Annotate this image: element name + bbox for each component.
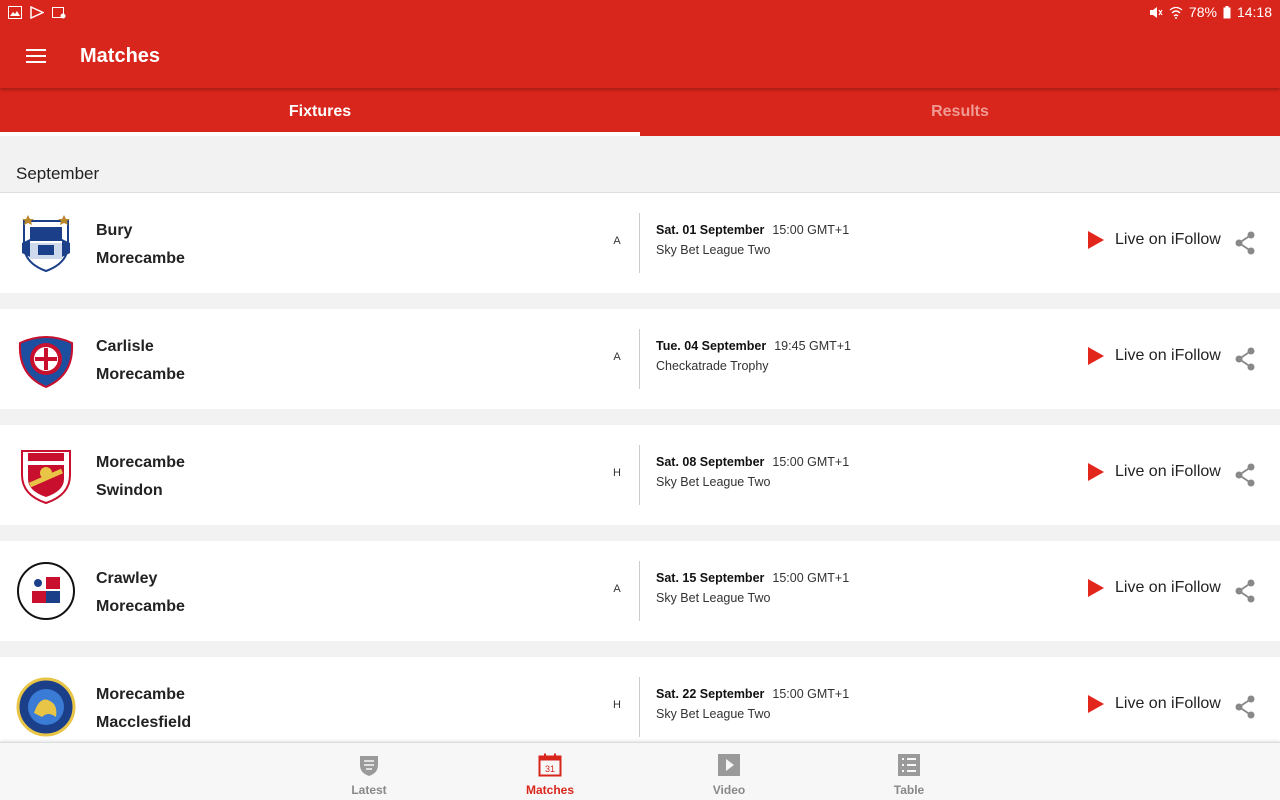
kickoff-time: 15:00 GMT+1 [772, 455, 850, 469]
swindon-crest-icon [21, 450, 71, 505]
venue-indicator: A [613, 583, 621, 595]
fixture-row[interactable]: Bury Morecambe A Sat. 01 September 15:00 … [0, 193, 1280, 293]
share-icon[interactable] [1234, 695, 1256, 719]
nav-latest[interactable]: Latest [324, 743, 414, 800]
play-icon [1088, 463, 1104, 481]
venue-indicator: A [613, 351, 621, 363]
live-on-ifollow-button[interactable]: Live on iFollow [1088, 463, 1221, 481]
nav-label: Video [712, 783, 746, 797]
menu-button[interactable] [0, 24, 72, 88]
competition-name: Sky Bet League Two [656, 591, 771, 605]
app-bar: Matches [0, 24, 1280, 88]
venue-indicator: H [613, 699, 621, 711]
live-on-ifollow-button[interactable]: Live on iFollow [1088, 579, 1221, 597]
match-date: Sat. 15 September [656, 571, 765, 585]
competition-name: Checkatrade Trophy [656, 359, 769, 373]
competition-name: Sky Bet League Two [656, 707, 771, 721]
live-on-ifollow-button[interactable]: Live on iFollow [1088, 231, 1221, 249]
clock-time: 14:18 [1236, 4, 1272, 20]
venue-indicator: H [613, 467, 621, 479]
bury-crest-icon [22, 215, 70, 273]
home-team: Crawley [96, 570, 158, 587]
macclesfield-crest-icon [16, 677, 76, 737]
month-header: September [16, 164, 100, 183]
match-date: Sat. 22 September [656, 687, 765, 701]
battery-icon [1223, 5, 1231, 18]
table-list-icon [898, 754, 920, 776]
calendar-icon: 31 [538, 753, 562, 777]
nav-label: Table [893, 783, 925, 797]
live-label: Live on iFollow [1115, 463, 1221, 480]
away-team: Swindon [96, 482, 163, 499]
mute-icon [1149, 6, 1163, 18]
tab-fixtures[interactable]: Fixtures [0, 88, 640, 136]
share-icon[interactable] [1234, 463, 1256, 487]
row-divider [639, 213, 640, 273]
home-team: Carlisle [96, 338, 154, 355]
nav-label: Matches [525, 783, 575, 797]
live-label: Live on iFollow [1115, 579, 1221, 596]
fixture-row[interactable]: Carlisle Morecambe A Tue. 04 September 19… [0, 309, 1280, 409]
play-icon [1088, 347, 1104, 365]
home-team: Bury [96, 222, 133, 239]
play-icon [1088, 579, 1104, 597]
carlisle-crest-icon [18, 336, 74, 389]
play-store-notification-icon [30, 5, 44, 19]
competition-name: Sky Bet League Two [656, 243, 771, 257]
row-divider [639, 561, 640, 621]
kickoff-time: 15:00 GMT+1 [772, 687, 850, 701]
match-date: Sat. 08 September [656, 455, 765, 469]
calendar-notification-icon [52, 6, 66, 18]
wifi-icon [1169, 6, 1183, 19]
status-bar: 78% 14:18 [0, 0, 1280, 24]
play-icon [1088, 695, 1104, 713]
kickoff-time: 15:00 GMT+1 [772, 571, 850, 585]
live-on-ifollow-button[interactable]: Live on iFollow [1088, 347, 1221, 365]
shield-icon [360, 756, 378, 776]
tab-bar: Fixtures Results [0, 88, 1280, 136]
row-divider [639, 677, 640, 737]
away-team: Morecambe [96, 366, 185, 383]
fixture-list: Bury Morecambe A Sat. 01 September 15:00 … [0, 192, 1280, 742]
venue-indicator: A [613, 235, 621, 247]
kickoff-time: 19:45 GMT+1 [774, 339, 852, 353]
nav-table[interactable]: Table [864, 743, 954, 800]
home-team: Morecambe [96, 686, 185, 703]
home-team: Morecambe [96, 454, 185, 471]
tab-results[interactable]: Results [640, 88, 1280, 136]
calendar-day: 31 [545, 764, 555, 774]
nav-video[interactable]: Video [684, 743, 774, 800]
fixture-row[interactable]: Morecambe Swindon H Sat. 08 September 15:… [0, 425, 1280, 525]
away-team: Macclesfield [96, 714, 192, 731]
live-label: Live on iFollow [1115, 231, 1221, 248]
fixture-row[interactable]: Crawley Morecambe A Sat. 15 September 15:… [0, 541, 1280, 641]
video-play-icon [718, 754, 740, 776]
bottom-navigation: Latest 31 Matches Video Table [0, 742, 1280, 800]
battery-percent: 78% [1188, 4, 1217, 20]
away-team: Morecambe [96, 598, 185, 615]
nav-matches[interactable]: 31 Matches [505, 743, 595, 800]
gallery-notification-icon [8, 5, 22, 19]
share-icon[interactable] [1234, 231, 1256, 255]
competition-name: Sky Bet League Two [656, 475, 771, 489]
match-date: Tue. 04 September [656, 339, 767, 353]
page-title: Matches [80, 44, 161, 67]
live-label: Live on iFollow [1115, 695, 1221, 712]
hamburger-menu-icon [26, 49, 46, 63]
live-label: Live on iFollow [1115, 347, 1221, 364]
kickoff-time: 15:00 GMT+1 [772, 223, 850, 237]
match-date: Sat. 01 September [656, 223, 765, 237]
crawley-crest-icon [17, 562, 75, 620]
live-on-ifollow-button[interactable]: Live on iFollow [1088, 695, 1221, 713]
share-icon[interactable] [1234, 347, 1256, 371]
nav-label: Latest [351, 783, 387, 797]
away-team: Morecambe [96, 250, 185, 267]
share-icon[interactable] [1234, 579, 1256, 603]
play-icon [1088, 231, 1104, 249]
fixture-row[interactable]: Morecambe Macclesfield H Sat. 22 Septemb… [0, 657, 1280, 742]
row-divider [639, 445, 640, 505]
row-divider [639, 329, 640, 389]
